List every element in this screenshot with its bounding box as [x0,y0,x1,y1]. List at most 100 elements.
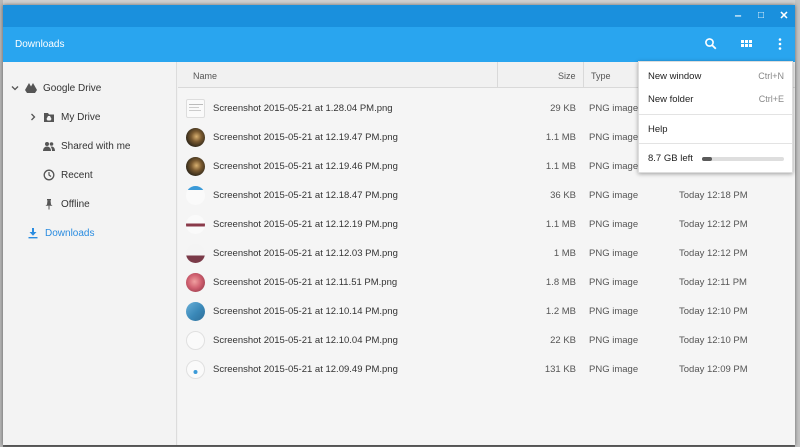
file-size: 1.2 MB [545,306,576,317]
file-size: 1.1 MB [545,161,576,172]
sidebar-item-offline[interactable]: Offline [43,194,90,214]
grid-view-icon[interactable] [738,36,754,52]
table-row[interactable]: Screenshot 2015-05-21 at 12.09.49 PM.png… [178,355,795,384]
chevron-right-icon[interactable] [29,111,37,123]
file-name: Screenshot 2015-05-21 at 12.19.46 PM.png [213,161,398,172]
download-icon [27,227,39,239]
file-type: PNG image [589,306,639,317]
file-type: PNG image [589,277,639,288]
file-date: Today 12:12 PM [679,219,748,230]
column-divider[interactable] [583,62,584,88]
file-thumbnail [186,302,205,321]
options-menu: New window Ctrl+N New folder Ctrl+E Help… [638,61,793,173]
file-size: 29 KB [550,103,576,114]
sidebar-item-label: Offline [61,198,90,210]
menu-item-label: New folder [648,94,694,105]
file-thumbnail [186,128,205,147]
table-row[interactable]: Screenshot 2015-05-21 at 12.11.51 PM.png… [178,268,795,297]
clock-icon [43,169,55,181]
search-icon[interactable] [703,36,719,52]
sidebar-item-label: Recent [61,169,93,181]
column-header-name[interactable]: Name [193,71,217,81]
file-thumbnail [186,99,205,118]
file-name: Screenshot 2015-05-21 at 1.28.04 PM.png [213,103,393,114]
app-header: Downloads [3,27,795,62]
sidebar-item-label: Shared with me [61,140,131,152]
quota-label: 8.7 GB left [648,153,693,164]
table-row[interactable]: Screenshot 2015-05-21 at 12.10.14 PM.png… [178,297,795,326]
table-row[interactable]: Screenshot 2015-05-21 at 12.10.04 PM.png… [178,326,795,355]
more-options-icon[interactable] [772,36,788,52]
file-date: Today 12:10 PM [679,335,748,346]
file-type: PNG image [589,103,639,114]
sidebar-item-my-drive[interactable]: My Drive [29,107,100,127]
quota-bar-fill [702,157,712,161]
file-type: PNG image [589,335,639,346]
maximize-button[interactable]: □ [753,8,769,24]
file-date: Today 12:10 PM [679,306,748,317]
file-size: 1 MB [553,248,576,259]
menu-item-label: New window [648,71,702,82]
file-type: PNG image [589,190,639,201]
minimize-button[interactable]: ‒ [730,8,746,24]
menu-item-help[interactable]: Help [639,118,792,140]
file-type: PNG image [589,132,639,143]
table-row[interactable]: Screenshot 2015-05-21 at 12.12.19 PM.png… [178,210,795,239]
sidebar-item-google-drive[interactable]: Google Drive [11,78,101,98]
my-drive-icon [43,111,55,123]
file-date: Today 12:11 PM [679,277,747,288]
file-name: Screenshot 2015-05-21 at 12.10.04 PM.png [213,335,398,346]
sidebar-item-label: Downloads [45,227,95,239]
file-thumbnail [186,215,205,234]
sidebar-item-shared-with-me[interactable]: Shared with me [43,136,130,156]
title-bar[interactable]: ‒ □ ✕ [3,5,795,27]
file-size: 1.8 MB [545,277,576,288]
table-row[interactable]: Screenshot 2015-05-21 at 12.18.47 PM.png… [178,181,795,210]
file-size: 22 KB [550,335,576,346]
page-title: Downloads [15,39,65,50]
quota-bar [702,157,784,161]
column-divider[interactable] [497,62,498,88]
file-type: PNG image [589,161,639,172]
file-type: PNG image [589,364,639,375]
sidebar-item-recent[interactable]: Recent [43,165,93,185]
table-row[interactable]: Screenshot 2015-05-21 at 12.12.03 PM.png… [178,239,795,268]
menu-item-new-folder[interactable]: New folder Ctrl+E [639,88,792,110]
file-name: Screenshot 2015-05-21 at 12.09.49 PM.png [213,364,398,375]
file-date: Today 12:09 PM [679,364,748,375]
menu-divider [639,143,792,144]
file-name: Screenshot 2015-05-21 at 12.19.47 PM.png [213,132,398,143]
file-thumbnail [186,186,205,205]
file-date: Today 12:12 PM [679,248,748,259]
sidebar-item-label: Google Drive [43,82,102,94]
file-name: Screenshot 2015-05-21 at 12.18.47 PM.png [213,190,398,201]
column-header-size[interactable]: Size [558,71,576,81]
column-header-type[interactable]: Type [591,71,611,81]
file-size: 1.1 MB [545,219,576,230]
sidebar-item-label: My Drive [61,111,101,123]
file-date: Today 12:18 PM [679,190,748,201]
close-button[interactable]: ✕ [776,8,792,24]
file-name: Screenshot 2015-05-21 at 12.10.14 PM.png [213,306,398,317]
file-thumbnail [186,244,205,263]
file-name: Screenshot 2015-05-21 at 12.12.03 PM.png [213,248,398,259]
menu-divider [639,114,792,115]
menu-item-shortcut: Ctrl+N [758,71,784,81]
file-name: Screenshot 2015-05-21 at 12.11.51 PM.png [213,277,398,288]
drive-icon [25,82,37,94]
file-thumbnail [186,273,205,292]
chevron-down-icon[interactable] [11,82,19,94]
file-type: PNG image [589,219,639,230]
file-size: 36 KB [550,190,576,201]
file-thumbnail [186,360,205,379]
menu-item-shortcut: Ctrl+E [758,94,784,104]
file-size: 1.1 MB [545,132,576,143]
file-thumbnail [186,157,205,176]
sidebar: Google Drive My Drive Shared with me Rec… [3,62,177,445]
sidebar-item-downloads[interactable]: Downloads [27,223,94,243]
file-size: 131 KB [544,364,576,375]
file-name: Screenshot 2015-05-21 at 12.12.19 PM.png [213,219,398,230]
menu-item-new-window[interactable]: New window Ctrl+N [639,65,792,87]
file-thumbnail [186,331,205,350]
file-type: PNG image [589,248,639,259]
